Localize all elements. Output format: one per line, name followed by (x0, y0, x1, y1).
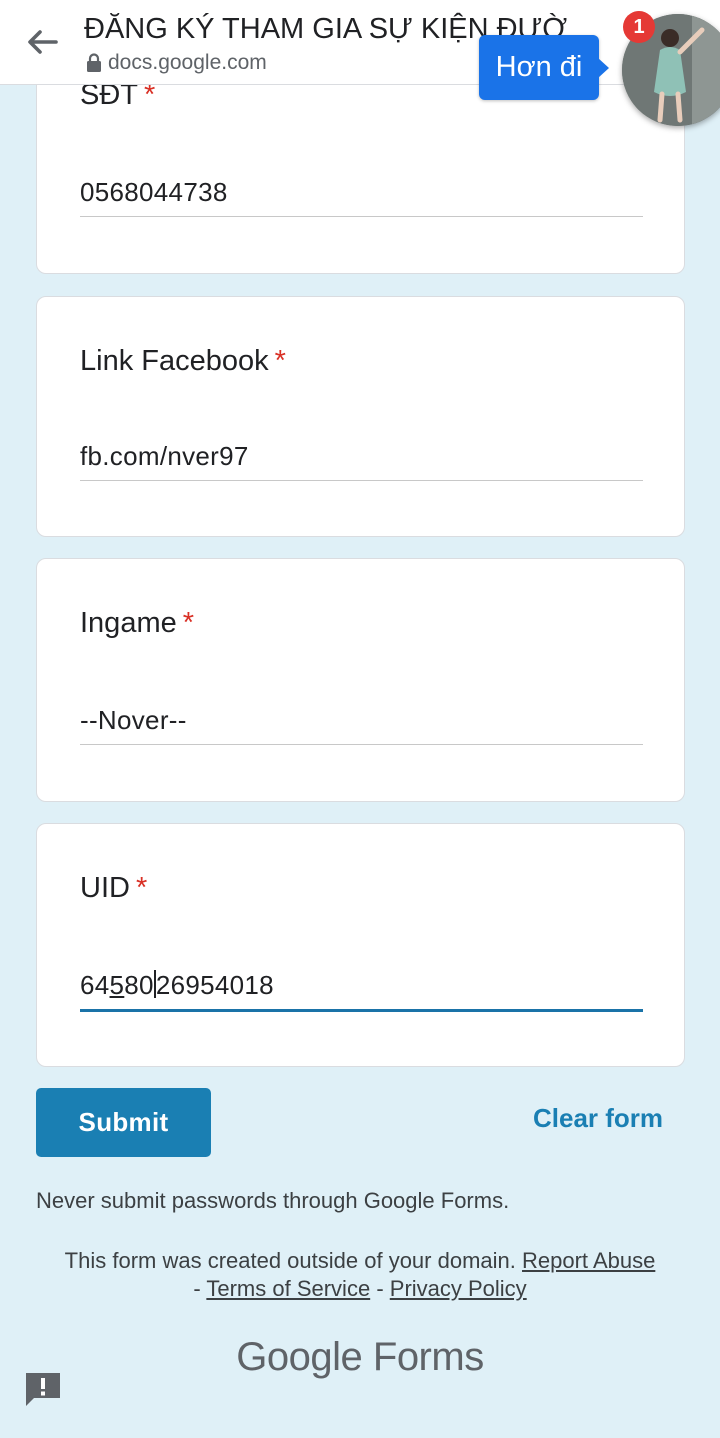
question-card-uid: UID * 6458026954018 (36, 823, 685, 1067)
lock-icon (87, 53, 101, 72)
spellcheck-underline: 5 (109, 970, 125, 1000)
question-label-facebook: Link Facebook * (80, 345, 286, 377)
facebook-link-input[interactable]: fb.com/nver97 (80, 441, 643, 481)
url-text: docs.google.com (108, 51, 267, 74)
chat-head-message[interactable]: Hơn đi (479, 35, 609, 100)
required-asterisk: * (135, 872, 148, 904)
url-bar[interactable]: docs.google.com (86, 51, 267, 75)
terms-of-service-link[interactable]: Terms of Service (206, 1276, 370, 1301)
privacy-policy-link[interactable]: Privacy Policy (390, 1276, 527, 1301)
question-label-ingame: Ingame * (80, 607, 195, 639)
question-label-uid: UID * (80, 872, 148, 904)
phone-input[interactable]: 0568044738 (80, 177, 643, 217)
required-asterisk: * (274, 345, 286, 377)
feedback-exclamation-icon (26, 1373, 60, 1406)
required-asterisk: * (182, 607, 195, 639)
report-abuse-link[interactable]: Report Abuse (522, 1248, 655, 1273)
submit-button[interactable]: Submit (36, 1088, 211, 1157)
clear-form-button[interactable]: Clear form (533, 1103, 663, 1134)
question-card-ingame: Ingame * --Nover-- (36, 558, 685, 802)
footer-text: This form was created outside of your do… (64, 1248, 656, 1301)
uid-input[interactable]: 6458026954018 (80, 970, 643, 1012)
browser-top-bar: ĐĂNG KÝ THAM GIA SỰ KIỆN ĐƯỜ docs.google… (0, 0, 720, 85)
google-forms-logo[interactable]: Google Forms (0, 1335, 720, 1380)
back-button[interactable] (22, 24, 62, 60)
ingame-input[interactable]: --Nover-- (80, 705, 643, 745)
question-card-facebook: Link Facebook * fb.com/nver97 (36, 296, 685, 537)
report-feedback-button[interactable] (23, 1370, 63, 1408)
password-warning: Never submit passwords through Google Fo… (36, 1188, 510, 1213)
back-arrow-icon (28, 30, 58, 54)
notification-badge: 1 (623, 11, 655, 43)
